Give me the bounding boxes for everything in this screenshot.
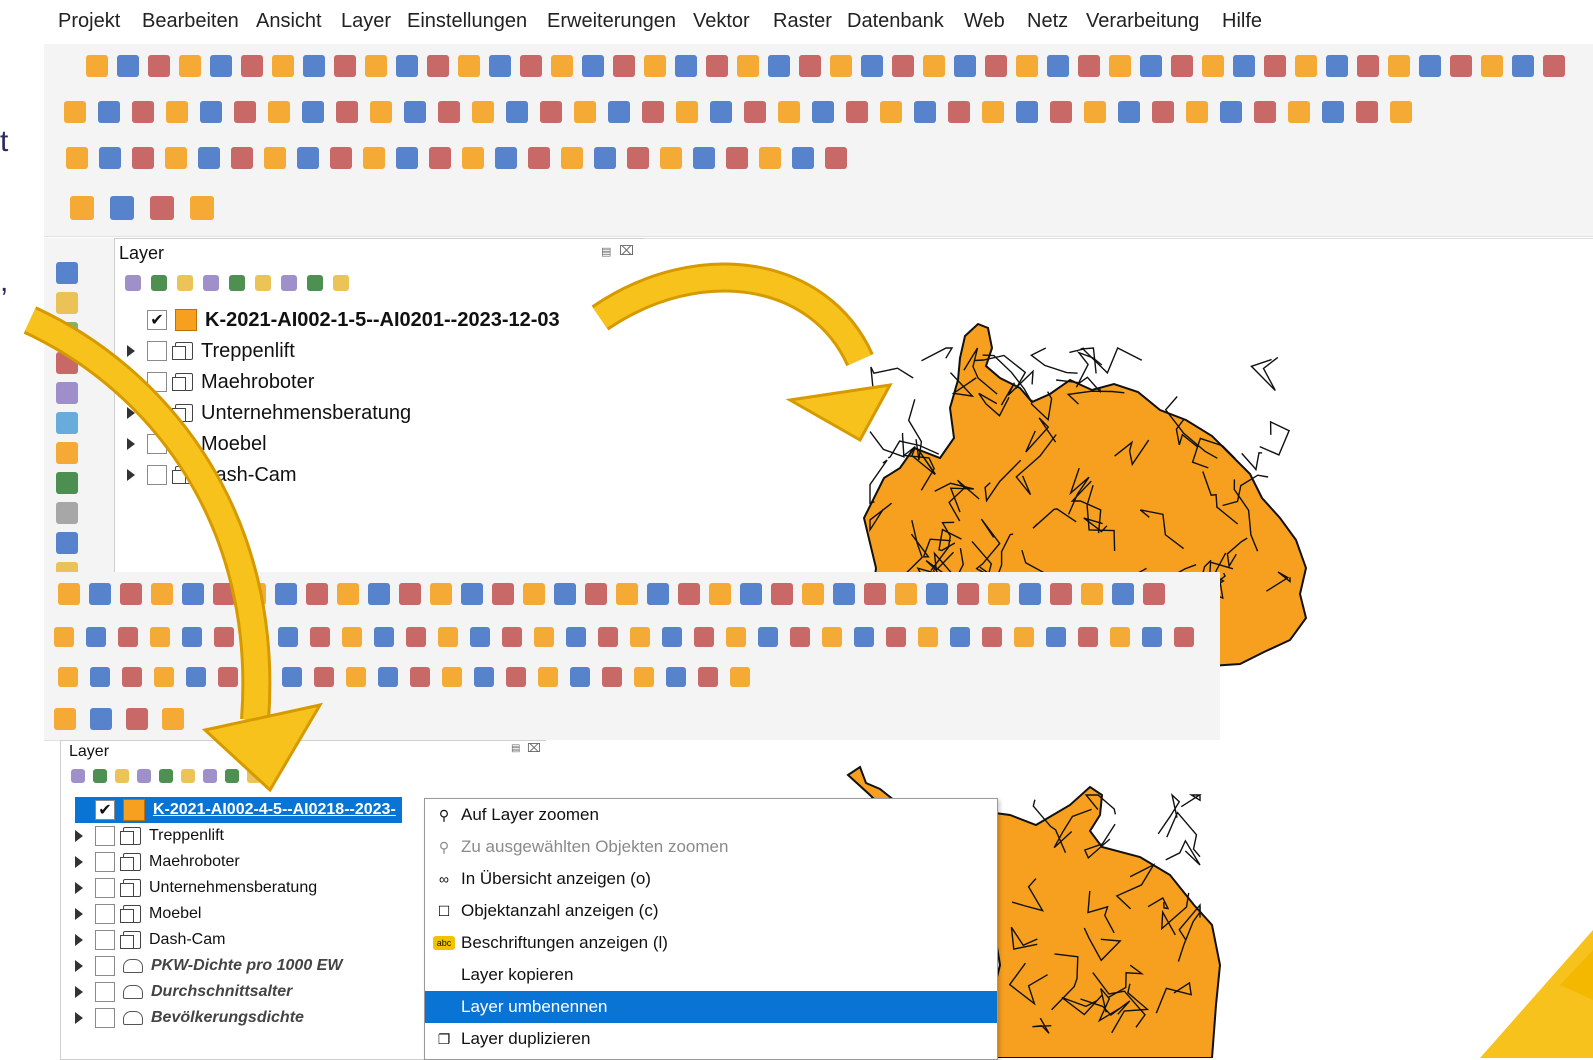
annotation-arrows — [23, 262, 1593, 1058]
